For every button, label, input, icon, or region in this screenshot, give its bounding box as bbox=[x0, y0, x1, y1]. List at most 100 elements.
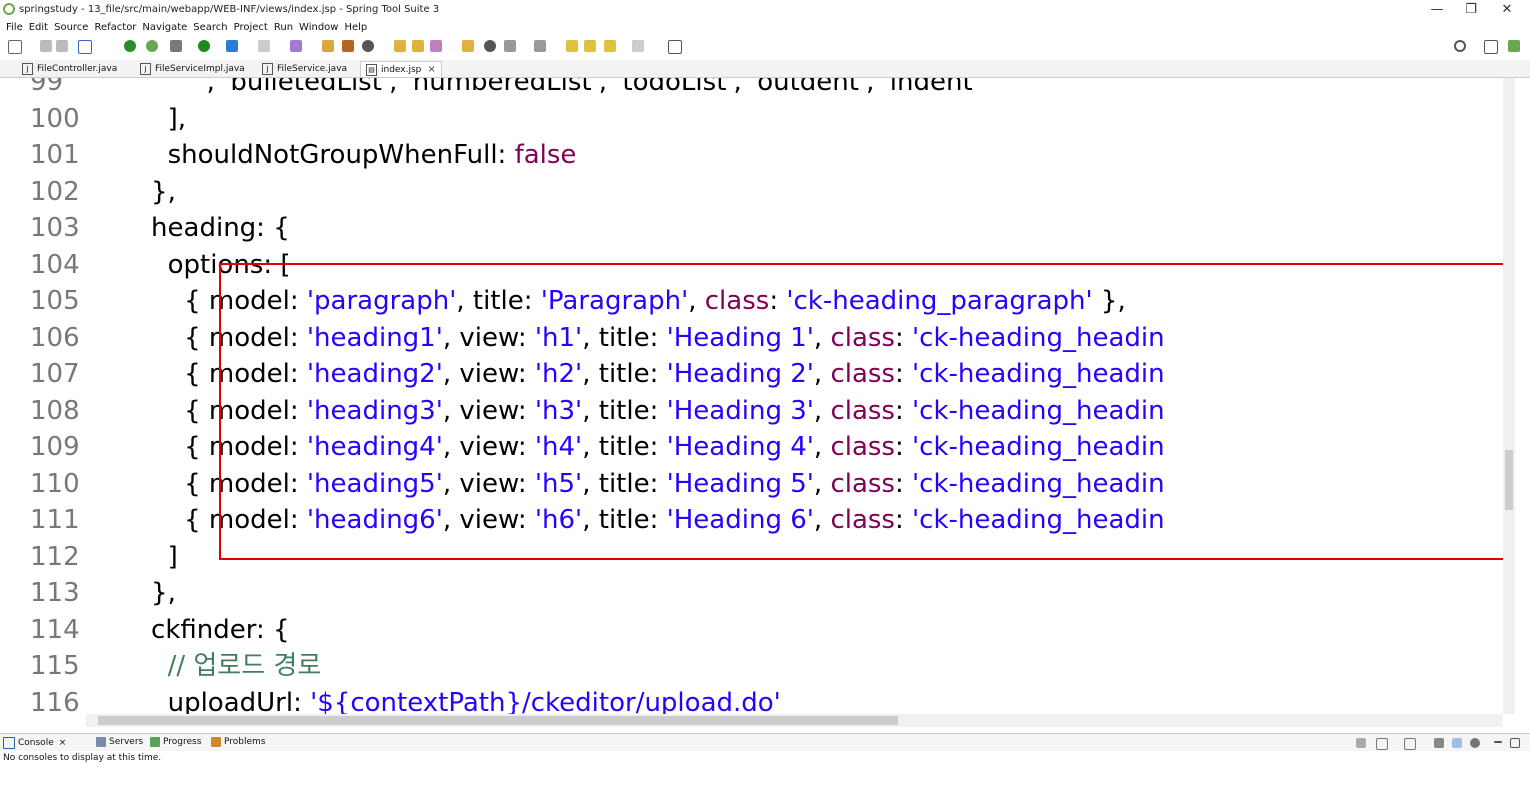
tab-label: Progress bbox=[163, 737, 202, 747]
display-selected-console-icon[interactable] bbox=[1356, 738, 1366, 748]
close-button[interactable]: ✕ bbox=[1496, 1, 1518, 19]
code-token: ckfinder: { bbox=[118, 614, 290, 645]
new-package-icon[interactable] bbox=[322, 40, 334, 52]
next-annotation-icon[interactable] bbox=[534, 40, 546, 52]
settings-icon[interactable] bbox=[1470, 738, 1480, 748]
pin-console-icon[interactable] bbox=[1434, 738, 1444, 748]
tab-filecontroller[interactable]: J FileController.java bbox=[22, 61, 117, 76]
save-icon[interactable] bbox=[40, 40, 52, 52]
menu-source[interactable]: Source bbox=[48, 20, 88, 36]
tab-servers[interactable]: Servers bbox=[96, 737, 143, 747]
jsp-file-icon: ▤ bbox=[366, 63, 377, 76]
search-tool-icon[interactable] bbox=[484, 40, 496, 52]
menu-edit[interactable]: Edit bbox=[23, 20, 48, 36]
run-icon[interactable] bbox=[198, 40, 210, 52]
tab-fileservice[interactable]: J FileService.java bbox=[262, 61, 347, 76]
code-line[interactable]: 101 shouldNotGroupWhenFull: false bbox=[18, 137, 1503, 173]
line-number: 112 bbox=[30, 541, 80, 572]
terminal-icon[interactable] bbox=[78, 40, 92, 54]
line-number: 104 bbox=[30, 249, 80, 280]
vertical-scrollbar[interactable] bbox=[1503, 78, 1515, 714]
java-file-icon: J bbox=[262, 62, 273, 75]
spring-icon[interactable] bbox=[146, 40, 158, 52]
menu-help[interactable]: Help bbox=[338, 20, 367, 36]
code-line[interactable]: 113 }, bbox=[18, 575, 1503, 611]
problems-icon bbox=[211, 737, 221, 747]
new-console-icon[interactable] bbox=[1404, 738, 1416, 750]
line-number: 116 bbox=[30, 687, 80, 715]
open-perspective-icon[interactable] bbox=[1484, 40, 1498, 54]
annotation-icon[interactable] bbox=[504, 40, 516, 52]
new-class-icon[interactable] bbox=[290, 40, 302, 52]
tab-problems[interactable]: Problems bbox=[211, 737, 265, 747]
back-icon[interactable] bbox=[604, 40, 616, 52]
code-line[interactable]: 102 }, bbox=[18, 174, 1503, 210]
menu-window[interactable]: Window bbox=[293, 20, 338, 36]
spring-perspective-icon[interactable] bbox=[1508, 40, 1520, 52]
main-toolbar bbox=[0, 37, 1530, 57]
pin-editor-icon[interactable] bbox=[668, 40, 682, 54]
vertical-scroll-thumb[interactable] bbox=[1505, 450, 1513, 510]
tab-label: Servers bbox=[109, 737, 144, 747]
line-number: 107 bbox=[30, 359, 80, 389]
open-project-icon[interactable] bbox=[412, 40, 424, 52]
code-line[interactable]: 115 // 업로드 경로 bbox=[18, 648, 1503, 684]
editor-left-strip bbox=[0, 78, 18, 714]
code-line[interactable]: 114 ckfinder: { bbox=[18, 612, 1503, 648]
menu-run[interactable]: Run bbox=[268, 20, 293, 36]
code-text: }, bbox=[118, 575, 176, 611]
editor-tab-bar: J FileController.java J FileServiceImpl.… bbox=[0, 60, 1530, 78]
menu-refactor[interactable]: Refactor bbox=[88, 20, 136, 36]
console-body bbox=[0, 751, 1530, 805]
horizontal-scroll-thumb[interactable] bbox=[98, 716, 898, 725]
open-resource-icon[interactable] bbox=[462, 40, 474, 52]
console-message: No consoles to display at this time. bbox=[3, 753, 162, 763]
code-text: // 업로드 경로 bbox=[118, 648, 322, 684]
new-web-icon[interactable] bbox=[342, 40, 354, 52]
code-text: shouldNotGroupWhenFull: false bbox=[118, 137, 577, 173]
minimize-button[interactable]: — bbox=[1426, 1, 1448, 19]
close-tab-icon[interactable]: × bbox=[427, 64, 435, 75]
scroll-lock-icon[interactable] bbox=[1452, 738, 1462, 748]
save-all-icon[interactable] bbox=[56, 40, 68, 52]
progress-icon bbox=[150, 737, 160, 747]
menu-search[interactable]: Search bbox=[187, 20, 227, 36]
open-type-icon[interactable] bbox=[362, 40, 374, 52]
menu-file[interactable]: File bbox=[0, 20, 23, 36]
debug-icon[interactable] bbox=[170, 40, 182, 52]
line-number: 110 bbox=[30, 468, 80, 499]
start-server-icon[interactable] bbox=[124, 40, 136, 52]
pen-icon[interactable] bbox=[430, 40, 442, 52]
tab-progress[interactable]: Progress bbox=[150, 737, 201, 747]
code-line[interactable]: 100 ], bbox=[18, 101, 1503, 137]
code-line[interactable]: 99 ' ', 'bulletedList', 'numberedList', … bbox=[18, 78, 1503, 100]
code-line[interactable]: 116 uploadUrl: '${contextPath}/ckeditor/… bbox=[18, 685, 1503, 715]
tab-label: index.jsp bbox=[381, 64, 422, 75]
maximize-button[interactable]: ❐ bbox=[1460, 1, 1482, 19]
open-folder-icon[interactable] bbox=[394, 40, 406, 52]
line-number: 108 bbox=[30, 395, 80, 426]
last-edit-icon[interactable] bbox=[566, 40, 578, 52]
code-line[interactable]: 103 heading: { bbox=[18, 210, 1503, 246]
bottom-panel-tabs: Console × Servers Progress Problems bbox=[0, 733, 1530, 752]
line-number: 101 bbox=[30, 140, 80, 170]
search-icon[interactable] bbox=[1454, 40, 1466, 52]
minimize-panel-icon[interactable] bbox=[1494, 741, 1502, 743]
code-token: shouldNotGroupWhenFull: bbox=[118, 140, 515, 170]
new-icon[interactable] bbox=[8, 40, 22, 54]
menu-navigate[interactable]: Navigate bbox=[136, 20, 187, 36]
coverage-icon[interactable] bbox=[258, 40, 270, 52]
tab-fileserviceimpl[interactable]: J FileServiceImpl.java bbox=[140, 61, 245, 76]
tab-label: FileServiceImpl.java bbox=[155, 63, 245, 74]
tab-console[interactable]: Console × bbox=[3, 737, 66, 749]
close-console-icon[interactable]: × bbox=[59, 738, 67, 748]
open-console-icon[interactable] bbox=[1376, 738, 1388, 750]
forward-icon[interactable] bbox=[632, 40, 644, 52]
menu-project[interactable]: Project bbox=[228, 20, 268, 36]
back-edit-icon[interactable] bbox=[584, 40, 596, 52]
external-tools-icon[interactable] bbox=[226, 40, 238, 52]
line-number: 102 bbox=[30, 176, 80, 207]
maximize-panel-icon[interactable] bbox=[1510, 738, 1520, 748]
code-text: ckfinder: { bbox=[118, 612, 290, 648]
tab-index-jsp[interactable]: ▤ index.jsp × bbox=[360, 61, 442, 77]
